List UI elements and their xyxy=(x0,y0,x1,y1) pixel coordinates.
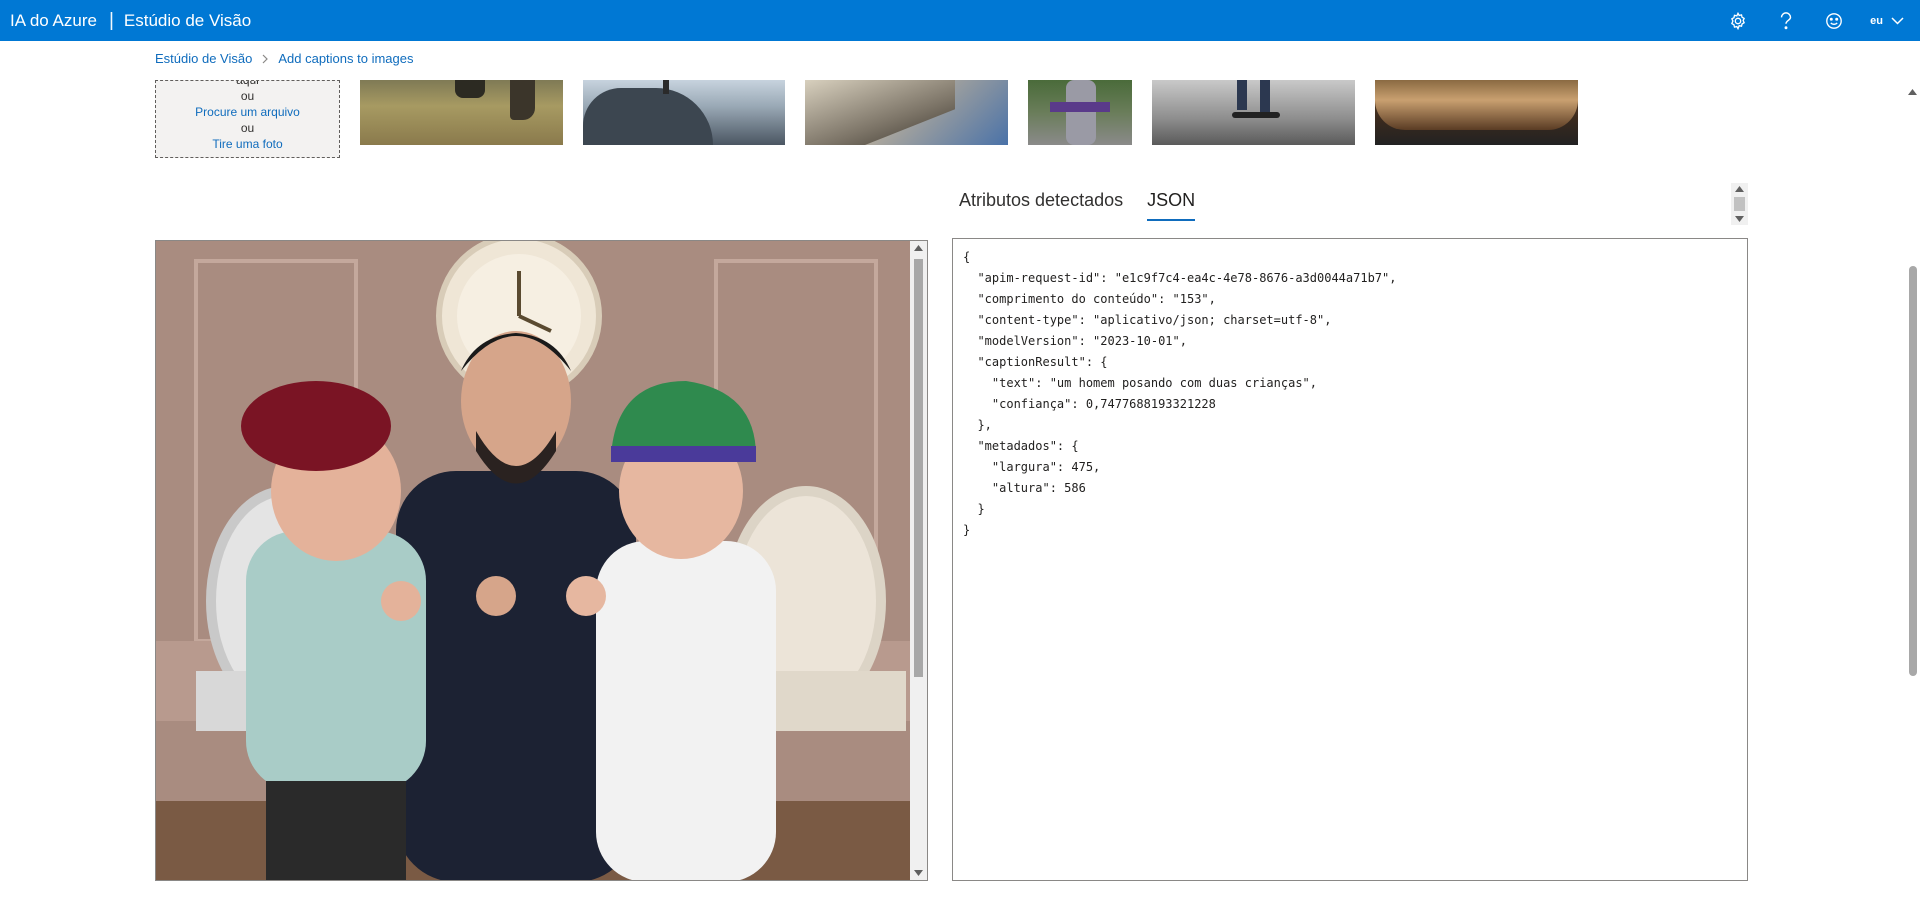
user-initials: eu xyxy=(1870,14,1883,27)
breadcrumb: Estúdio de Visão Add captions to images xyxy=(155,51,413,66)
json-output-pane[interactable]: { "apim-request-id": "e1c9f7c4-ea4c-4e78… xyxy=(952,238,1748,881)
upload-drop-text: aqui xyxy=(236,80,259,87)
user-menu[interactable]: eu xyxy=(1858,0,1920,41)
tab-detected-attributes[interactable]: Atributos detectados xyxy=(959,190,1123,221)
image-pane-scrollbar[interactable] xyxy=(910,241,927,880)
sample-image-thumbnail[interactable] xyxy=(1152,80,1355,145)
app-title[interactable]: Estúdio de Visão xyxy=(124,11,251,31)
analyzed-image xyxy=(156,241,911,880)
breadcrumb-current[interactable]: Add captions to images xyxy=(278,51,413,66)
browse-file-link[interactable]: Procure um arquivo xyxy=(156,104,339,120)
chevron-right-icon xyxy=(262,54,269,64)
tabs-scrollbar[interactable] xyxy=(1731,183,1748,225)
page-scrollbar[interactable] xyxy=(1905,41,1920,917)
json-output-text: { "apim-request-id": "e1c9f7c4-ea4c-4e78… xyxy=(963,250,1397,537)
sample-image-thumbnail[interactable] xyxy=(583,80,785,145)
take-photo-link[interactable]: Tire uma foto xyxy=(156,136,339,152)
analyzed-image-pane xyxy=(155,240,928,881)
upload-or-1: ou xyxy=(240,89,255,103)
top-bar: IA do Azure | Estúdio de Visão eu xyxy=(0,0,1920,41)
settings-icon[interactable] xyxy=(1714,0,1762,41)
sample-image-thumbnail[interactable] xyxy=(360,80,563,145)
result-tabs: Atributos detectados JSON xyxy=(959,190,1219,221)
feedback-smiley-icon[interactable] xyxy=(1810,0,1858,41)
brand-name[interactable]: IA do Azure xyxy=(0,11,97,31)
chevron-down-icon xyxy=(1891,16,1904,25)
sample-image-thumbnail[interactable] xyxy=(1375,80,1578,145)
help-icon[interactable] xyxy=(1762,0,1810,41)
sample-image-thumbnail[interactable] xyxy=(805,80,1008,145)
top-bar-actions: eu xyxy=(1714,0,1920,41)
sample-image-thumbnail[interactable] xyxy=(1028,80,1132,145)
upload-or-2: ou xyxy=(240,121,255,135)
breadcrumb-home-link[interactable]: Estúdio de Visão xyxy=(155,51,252,66)
image-upload-dropzone[interactable]: aqui ou Procure um arquivo ou Tire uma f… xyxy=(155,80,340,158)
brand-separator: | xyxy=(108,9,114,31)
tab-json[interactable]: JSON xyxy=(1147,190,1196,221)
